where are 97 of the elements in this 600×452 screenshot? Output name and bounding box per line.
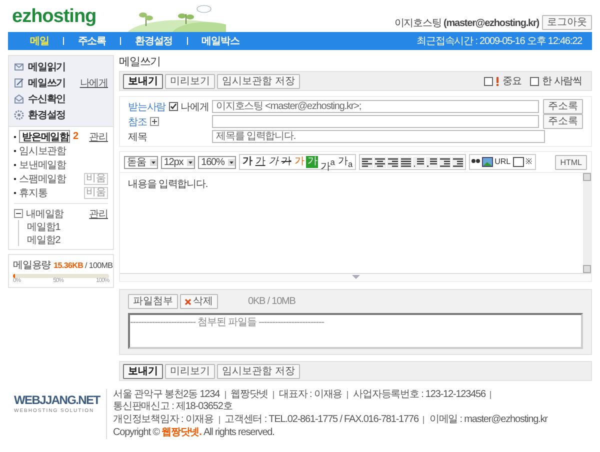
envelope-icon	[14, 62, 24, 72]
quote-icon[interactable]	[470, 158, 481, 166]
footer-logo: WEBJJANG.NET	[14, 393, 98, 408]
content-text[interactable]: 내용을 입력합니다.	[120, 173, 583, 273]
dropdown[interactable]: 160%	[198, 156, 236, 168]
action-button[interactable]: 임시보관함 저장	[217, 364, 300, 378]
action-button[interactable]: 보내기	[123, 74, 163, 88]
quick-menu-link[interactable]: 수신확인	[28, 92, 66, 106]
dropdown[interactable]: 돋움	[124, 156, 158, 168]
folder-link[interactable]: 임시보관함	[19, 144, 66, 158]
scrollbar[interactable]	[583, 173, 591, 273]
attachment-list[interactable]: ------------------------ 첨부된 파일들 ------------------------	[128, 313, 583, 349]
align-center-icon[interactable]	[374, 156, 386, 168]
footer-info: 개인정보책임자 : 이재용	[113, 414, 214, 426]
footer-info: 서울 관악구 봉천2동 1234	[113, 389, 220, 401]
numbered-list-icon[interactable]	[412, 156, 425, 168]
checkbox[interactable]	[530, 76, 540, 86]
text-style-button[interactable]: 가	[254, 156, 266, 168]
unread-count: 2	[73, 131, 78, 142]
table-icon[interactable]	[512, 157, 524, 167]
text-style-button[interactable]: 가	[241, 156, 254, 168]
image-icon[interactable]	[482, 157, 493, 167]
dropdown[interactable]: 12px	[160, 156, 196, 168]
indent-icon[interactable]	[452, 156, 464, 168]
align-right-icon[interactable]	[386, 156, 399, 168]
folder-link[interactable]: 휴지통	[19, 186, 48, 200]
quick-menu-link[interactable]: 메일읽기	[28, 60, 66, 74]
folder-link[interactable]: 내메일함	[26, 206, 64, 220]
folder-link[interactable]: 메일함2	[27, 232, 60, 246]
align-left-icon[interactable]	[360, 156, 373, 168]
usage-label: 메일용량	[13, 259, 51, 272]
attach-file-button[interactable]: 파일첨부	[128, 294, 178, 309]
user-name: 이지호스팅 (master@ezhosting.kr)	[394, 16, 539, 30]
delete-button[interactable]: 삭제	[180, 294, 218, 309]
logout-button[interactable]: 로그아웃	[542, 15, 592, 30]
field-label[interactable]: 받는사람	[128, 100, 166, 114]
note-pencil-icon	[14, 78, 24, 88]
page-title: 메일쓰기	[119, 55, 162, 70]
collapse-icon[interactable]	[14, 209, 23, 218]
text-style-button[interactable]: 가	[280, 156, 292, 168]
action-button[interactable]: 미리보기	[165, 74, 215, 88]
nav-tab[interactable]: 주소록	[78, 34, 106, 48]
field-label: 제목	[128, 130, 147, 144]
insert-button[interactable]: ※	[524, 156, 534, 168]
address-book-button[interactable]: 주소록	[543, 114, 583, 129]
manage-link[interactable]: 관리	[89, 206, 108, 220]
quick-menu-link[interactable]: 환경설정	[28, 108, 66, 122]
gear-icon	[14, 110, 24, 120]
dropdown-arrow-icon[interactable]	[150, 158, 157, 166]
logo[interactable]: ezhosting	[12, 6, 96, 28]
folder-link[interactable]: 보낸메일함	[19, 158, 66, 172]
checkbox[interactable]	[168, 102, 178, 111]
to-self-link[interactable]: 나에게	[80, 76, 108, 90]
folder-link[interactable]: 받은메일함	[19, 130, 70, 143]
dropdown-arrow-icon[interactable]	[228, 158, 236, 166]
checkbox-label: 나에게	[180, 100, 209, 114]
nav-tab[interactable]: 메일박스	[202, 34, 240, 48]
footer-info: 대표자 : 이재용	[279, 389, 342, 401]
footer-info: 고객센터 : TEL.02-861-1775 / FAX.016-781-1776	[224, 414, 418, 426]
option-label: 중요	[502, 75, 522, 88]
cc-field[interactable]	[212, 115, 539, 128]
quick-menu-link[interactable]: 메일쓰기	[28, 76, 66, 90]
action-button[interactable]: 미리보기	[165, 364, 215, 378]
field-label[interactable]: 참조	[128, 114, 147, 128]
outdent-icon[interactable]	[438, 156, 451, 168]
html-mode-button[interactable]: HTML	[555, 154, 587, 170]
option-label: 한 사람씩	[542, 75, 582, 88]
open-envelope-icon	[14, 94, 24, 104]
text-style-button[interactable]: 가	[267, 156, 280, 168]
last-login-time: 최근접속시간 : 2009-05-16 오후 12:46:22	[416, 35, 582, 48]
dropdown-arrow-icon[interactable]	[187, 158, 194, 166]
subject-field[interactable]: 제목를 입력합니다.	[212, 130, 545, 143]
footer-info: 사업자등록번호 : 123-12-123456	[353, 389, 486, 401]
copyright-text: Copyright © 웹짱닷넷. All rights reserved.	[113, 427, 274, 439]
list-header: ------------------------ 첨부된 파일들 ------------------------	[130, 317, 324, 328]
add-icon[interactable]	[150, 117, 159, 126]
footer-info: 웹짱닷넷	[230, 389, 268, 401]
footer-info: 통신판매신고 : 제18-03652호	[113, 401, 232, 413]
folder-link[interactable]: 스팸메일함	[19, 172, 66, 186]
action-button[interactable]: 보내기	[123, 364, 163, 378]
attachment-size: 0KB / 10MB	[248, 296, 296, 307]
usage-value: 15.36KB / 100MB	[54, 260, 113, 270]
exclamation-icon	[496, 76, 500, 86]
resize-handle-icon[interactable]	[352, 275, 360, 280]
text-style-button[interactable]: 가$_{a}$	[336, 156, 354, 168]
footer-info: 이메일 : master@ezhosting.kr	[429, 414, 548, 426]
checkbox[interactable]	[484, 76, 494, 86]
x-icon	[185, 298, 191, 304]
bulleted-list-icon[interactable]	[426, 156, 438, 168]
manage-link[interactable]: 관리	[89, 130, 108, 144]
folder-link[interactable]: 메일함1	[27, 220, 60, 234]
recipient-field[interactable]: 이지호스팅 <master@ezhosting.kr>;	[212, 100, 539, 113]
insert-button[interactable]: URL	[494, 156, 512, 168]
address-book-button[interactable]: 주소록	[543, 99, 583, 114]
justify-icon[interactable]	[400, 156, 412, 168]
action-button[interactable]: 임시보관함 저장	[217, 74, 300, 88]
nav-tab[interactable]: 환경설정	[135, 34, 173, 48]
